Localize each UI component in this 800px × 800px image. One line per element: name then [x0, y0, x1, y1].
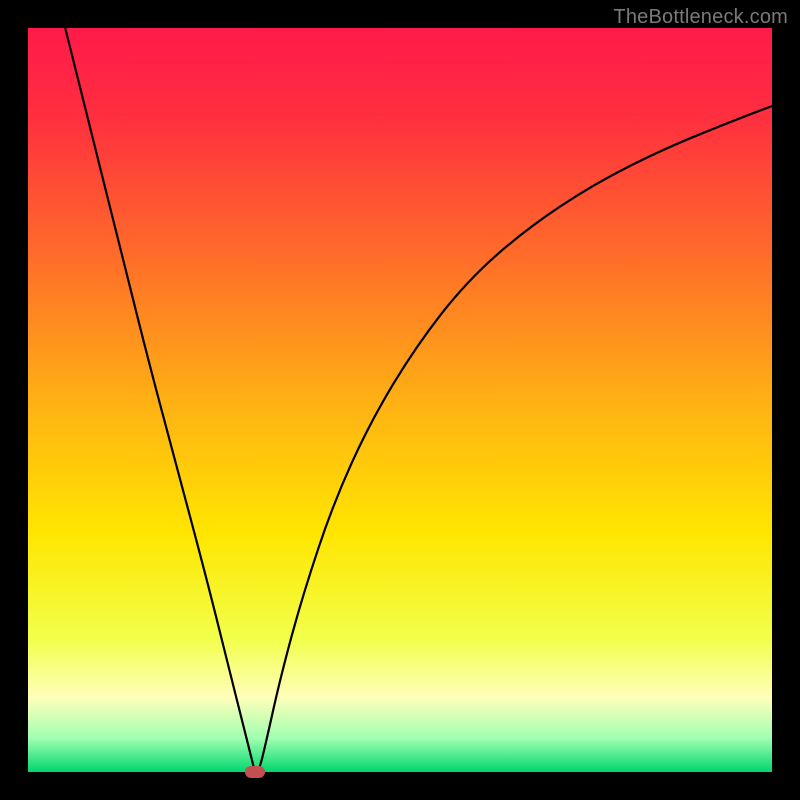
optimal-point-marker: [245, 766, 265, 778]
bottleneck-chart: [28, 28, 772, 772]
chart-background: [28, 28, 772, 772]
watermark-text: TheBottleneck.com: [613, 6, 788, 29]
chart-frame: [28, 28, 772, 772]
